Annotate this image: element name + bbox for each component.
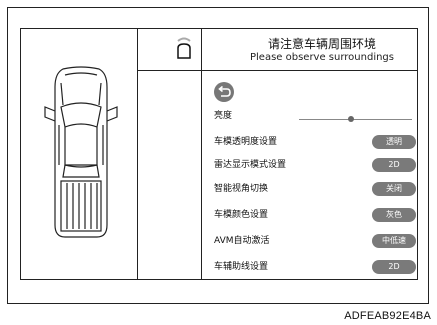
figure-code: ADFEAB92E4BA [344, 310, 431, 322]
brightness-slider[interactable] [299, 115, 412, 125]
setting-label: 雷达显示模式设置 [214, 160, 287, 170]
back-button[interactable] [214, 82, 234, 102]
back-arrow-icon [218, 85, 231, 97]
warning-title-cn: 请注意车辆周围环境 [267, 37, 376, 51]
setting-label: 车辅助线设置 [214, 262, 269, 272]
setting-label: 车模颜色设置 [214, 210, 269, 220]
setting-row: 雷达显示模式设置 2D [214, 158, 416, 172]
setting-row: 车辅助线设置 2D [214, 260, 416, 274]
left-panel-divider [137, 29, 138, 279]
camera-icon [177, 37, 191, 59]
setting-value-button[interactable]: 2D [372, 260, 416, 274]
setting-label: 车模透明度设置 [214, 137, 278, 147]
setting-row: 车模透明度设置 透明 [214, 135, 416, 149]
setting-row: 智能视角切换 关闭 [214, 182, 416, 196]
settings-panel-divider [201, 29, 202, 279]
slider-knob[interactable] [347, 116, 354, 122]
setting-value-button[interactable]: 透明 [372, 135, 416, 149]
car-top-view-icon [44, 66, 118, 238]
setting-row: 车模颜色设置 灰色 [214, 208, 416, 222]
setting-value-button[interactable]: 中低速 [372, 234, 416, 248]
header-divider [137, 70, 417, 71]
setting-label: AVM自动激活 [214, 236, 270, 246]
setting-label: 智能视角切换 [214, 184, 269, 194]
setting-value-button[interactable]: 2D [372, 158, 416, 172]
warning-title-en: Please observe surroundings [249, 52, 394, 63]
setting-value-button[interactable]: 关闭 [372, 182, 416, 196]
slider-track [299, 119, 412, 120]
setting-value-button[interactable]: 灰色 [372, 208, 416, 222]
display-screen: 请注意车辆周围环境 Please observe surroundings 亮度… [20, 28, 418, 280]
brightness-label: 亮度 [214, 111, 233, 121]
setting-row: AVM自动激活 中低速 [214, 234, 416, 248]
